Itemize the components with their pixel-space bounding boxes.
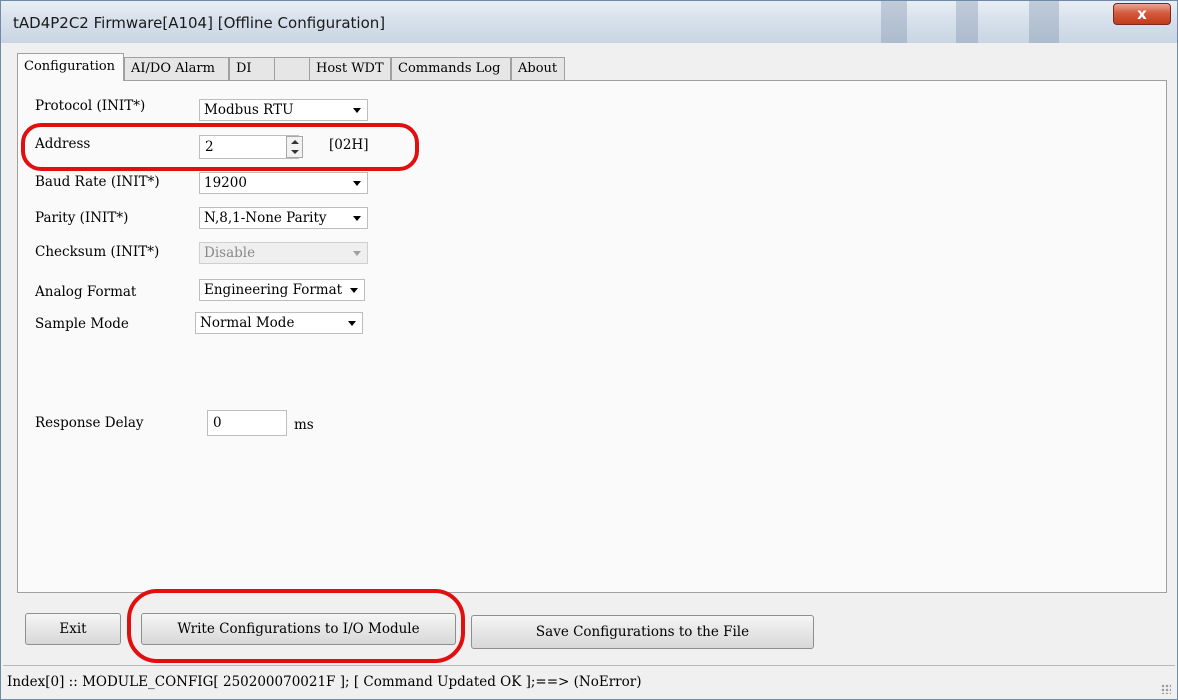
tab-about[interactable]: About — [511, 57, 565, 80]
tab-spacer — [275, 57, 309, 80]
chevron-down-icon — [353, 251, 361, 256]
status-message: Index[0] :: MODULE_CONFIG[ 250200070021F… — [7, 674, 642, 690]
tab-ai-do-alarm[interactable]: AI/DO Alarm — [124, 57, 229, 80]
window-title: tAD4P2C2 Firmware[A104] [Offline Configu… — [13, 14, 386, 32]
protocol-value: Modbus RTU — [204, 102, 294, 118]
sample-mode-select[interactable]: Normal Mode — [195, 312, 363, 334]
analog-format-select[interactable]: Engineering Format — [199, 279, 365, 301]
baud-rate-label: Baud Rate (INIT*) — [35, 174, 160, 190]
background-window-strip — [1029, 1, 1059, 43]
baud-rate-value: 19200 — [204, 175, 247, 191]
baud-rate-select[interactable]: 19200 — [199, 172, 368, 194]
background-window-strip — [881, 1, 907, 43]
parity-value: N,8,1-None Parity — [204, 210, 327, 226]
checksum-select: Disable — [199, 242, 368, 264]
analog-format-label: Analog Format — [35, 284, 137, 300]
spin-down-icon[interactable] — [291, 150, 299, 154]
address-spinner[interactable] — [286, 136, 303, 158]
tab-configuration[interactable]: Configuration — [17, 53, 124, 81]
address-input[interactable]: 2 — [199, 135, 299, 159]
tab-di[interactable]: DI — [229, 57, 275, 80]
resize-grip-icon[interactable] — [1161, 684, 1171, 694]
sample-mode-value: Normal Mode — [200, 315, 295, 331]
write-configurations-button[interactable]: Write Configurations to I/O Module — [141, 613, 456, 645]
response-delay-unit: ms — [294, 417, 314, 433]
response-delay-input[interactable]: 0 — [207, 410, 287, 436]
protocol-select[interactable]: Modbus RTU — [199, 99, 368, 121]
configuration-panel: Protocol (INIT*) Modbus RTU Address 2 [0… — [17, 80, 1167, 593]
save-configurations-button[interactable]: Save Configurations to the File — [471, 615, 814, 649]
response-delay-label: Response Delay — [35, 415, 144, 431]
title-bar[interactable]: tAD4P2C2 Firmware[A104] [Offline Configu… — [1, 1, 1177, 43]
protocol-label: Protocol (INIT*) — [35, 98, 146, 114]
application-window: tAD4P2C2 Firmware[A104] [Offline Configu… — [0, 0, 1178, 700]
close-button[interactable]: x — [1113, 3, 1171, 25]
chevron-down-icon — [353, 108, 361, 113]
exit-button[interactable]: Exit — [25, 613, 121, 645]
address-label: Address — [35, 136, 91, 152]
sample-mode-label: Sample Mode — [35, 316, 129, 332]
spin-up-icon[interactable] — [291, 140, 299, 144]
checksum-value: Disable — [204, 245, 256, 261]
analog-format-value: Engineering Format — [204, 282, 343, 298]
chevron-down-icon — [350, 288, 358, 293]
parity-label: Parity (INIT*) — [35, 210, 129, 226]
address-hex-value: [02H] — [329, 137, 369, 153]
parity-select[interactable]: N,8,1-None Parity — [199, 207, 368, 229]
chevron-down-icon — [353, 216, 361, 221]
close-icon: x — [1137, 5, 1147, 23]
address-value: 2 — [205, 139, 214, 155]
background-window-strip — [956, 1, 978, 43]
chevron-down-icon — [353, 181, 361, 186]
tab-commands-log[interactable]: Commands Log — [391, 57, 511, 80]
status-bar: Index[0] :: MODULE_CONFIG[ 250200070021F… — [3, 665, 1175, 697]
chevron-down-icon — [348, 321, 356, 326]
checksum-label: Checksum (INIT*) — [35, 244, 160, 260]
tab-host-wdt[interactable]: Host WDT — [309, 57, 391, 80]
response-delay-value: 0 — [213, 415, 222, 431]
